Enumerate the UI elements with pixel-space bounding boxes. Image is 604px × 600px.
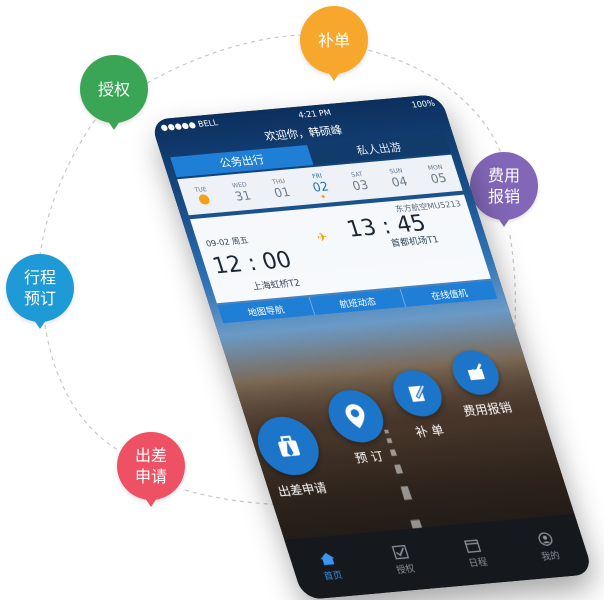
bubble-supplement-label: 补单 — [317, 30, 350, 50]
bubble-travel-apply-label: 出差 申请 — [134, 446, 167, 486]
tab-home-label: 首页 — [322, 570, 345, 583]
bubble-expense-label: 费用 报销 — [487, 166, 520, 206]
battery-label: 100% — [410, 98, 436, 110]
quick-actions: 出差申请 预 订 补 单 费用报销 — [221, 316, 559, 499]
day-date: 05 — [428, 170, 449, 186]
day-date: 03 — [350, 177, 371, 193]
carrier-label: ●●●●● BELL — [159, 117, 219, 132]
depart-airport: 上海虹桥T2 — [251, 278, 302, 293]
suitcase-icon — [250, 414, 327, 478]
today-icon — [197, 194, 211, 205]
home-icon — [320, 552, 335, 566]
bubble-booking-label: 行程 预订 — [23, 268, 56, 308]
day-date: 31 — [232, 187, 253, 204]
document-pen-icon — [387, 368, 448, 419]
bubble-authorize-label: 授权 — [97, 79, 130, 99]
calendar-icon — [464, 539, 482, 553]
book-label: 预 订 — [352, 449, 386, 466]
checkbox-icon — [391, 544, 409, 560]
clock-label: 4:21 PM — [297, 107, 333, 120]
bubble-authorize[interactable]: 授权 — [80, 55, 148, 130]
user-icon — [538, 532, 553, 546]
expense-button[interactable]: 费用报销 — [445, 348, 514, 419]
tab-mine-label: 我的 — [540, 551, 562, 563]
day-date: 02 — [310, 178, 331, 195]
plane-icon: ✈ — [315, 229, 330, 245]
tab-schedule-label: 日程 — [467, 557, 490, 570]
supplement-label: 补 单 — [413, 422, 446, 440]
expense-label: 费用报销 — [461, 400, 514, 419]
bubble-booking[interactable]: 行程 预订 — [6, 254, 74, 329]
flight-date: 09-02 周五 — [204, 235, 250, 249]
book-button[interactable]: 预 订 — [321, 387, 398, 468]
arrive-airport: 首都机场T1 — [389, 235, 441, 250]
bubble-supplement[interactable]: 补单 — [300, 6, 368, 81]
selected-dot-icon — [321, 194, 326, 198]
bubble-expense[interactable]: 费用 报销 — [470, 152, 538, 227]
travel-apply-button[interactable]: 出差申请 — [250, 414, 334, 500]
supplement-button[interactable]: 补 单 — [387, 368, 455, 441]
day-date: 04 — [389, 173, 410, 190]
depart-time: 12 : 00 — [209, 247, 295, 280]
day-name: TUE — [193, 185, 208, 195]
day-date: 01 — [272, 184, 292, 200]
location-pin-icon — [321, 387, 391, 445]
bubble-travel-apply[interactable]: 出差 申请 — [117, 432, 185, 507]
receipt-check-icon — [446, 348, 505, 397]
tab-authorize-label: 授权 — [395, 564, 417, 577]
